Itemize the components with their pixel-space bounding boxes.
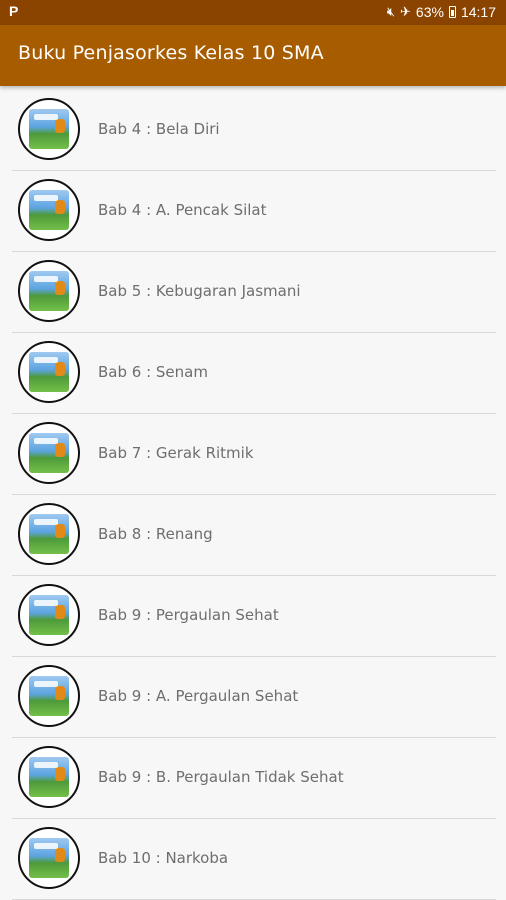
chapter-thumbnail — [18, 422, 80, 484]
chapter-thumbnail — [18, 503, 80, 565]
list-item[interactable]: Bab 6 : Senam — [12, 333, 496, 414]
list-item-label: Bab 10 : Narkoba — [98, 849, 229, 867]
list-item-label: Bab 7 : Gerak Ritmik — [98, 444, 254, 462]
list-item[interactable]: Bab 9 : B. Pergaulan Tidak Sehat — [12, 738, 496, 819]
list-item-label: Bab 9 : A. Pergaulan Sehat — [98, 687, 299, 705]
chapter-thumbnail — [18, 98, 80, 160]
list-item[interactable]: Bab 8 : Renang — [12, 495, 496, 576]
status-bar: P 🔇︎ ✈ 63% 14:17 — [0, 0, 506, 25]
list-item[interactable]: Bab 9 : A. Pergaulan Sehat — [12, 657, 496, 738]
list-item[interactable]: Bab 4 : Bela Diri — [12, 90, 496, 171]
list-item-label: Bab 5 : Kebugaran Jasmani — [98, 282, 301, 300]
chapter-thumbnail — [18, 584, 80, 646]
list-item-label: Bab 4 : Bela Diri — [98, 120, 220, 138]
list-item-label: Bab 9 : Pergaulan Sehat — [98, 606, 279, 624]
chapter-thumbnail — [18, 260, 80, 322]
chapter-thumbnail — [18, 179, 80, 241]
chapter-thumbnail — [18, 665, 80, 727]
battery-percent: 63% — [415, 4, 444, 20]
chapter-thumbnail — [18, 746, 80, 808]
list-item[interactable]: Bab 4 : A. Pencak Silat — [12, 171, 496, 252]
list-item-label: Bab 6 : Senam — [98, 363, 208, 381]
p-notification-icon: P — [9, 3, 19, 19]
chapter-thumbnail — [18, 827, 80, 889]
mute-icon: 🔇︎ — [386, 4, 396, 19]
chapter-list: Bab 4 : Bela Diri Bab 4 : A. Pencak Sila… — [12, 90, 496, 900]
status-icons: 🔇︎ ✈ 63% 14:17 — [387, 4, 496, 20]
battery-icon — [448, 6, 456, 18]
list-item-label: Bab 4 : A. Pencak Silat — [98, 201, 267, 219]
app-title: Buku Penjasorkes Kelas 10 SMA — [18, 42, 324, 64]
clock: 14:17 — [460, 4, 496, 20]
list-item-label: Bab 9 : B. Pergaulan Tidak Sehat — [98, 768, 344, 786]
airplane-icon: ✈ — [400, 4, 411, 19]
list-item-label: Bab 8 : Renang — [98, 525, 213, 543]
list-item[interactable]: Bab 10 : Narkoba — [12, 819, 496, 900]
list-item[interactable]: Bab 7 : Gerak Ritmik — [12, 414, 496, 495]
app-bar: Buku Penjasorkes Kelas 10 SMA — [0, 25, 506, 86]
list-item[interactable]: Bab 9 : Pergaulan Sehat — [12, 576, 496, 657]
chapter-thumbnail — [18, 341, 80, 403]
list-item[interactable]: Bab 5 : Kebugaran Jasmani — [12, 252, 496, 333]
